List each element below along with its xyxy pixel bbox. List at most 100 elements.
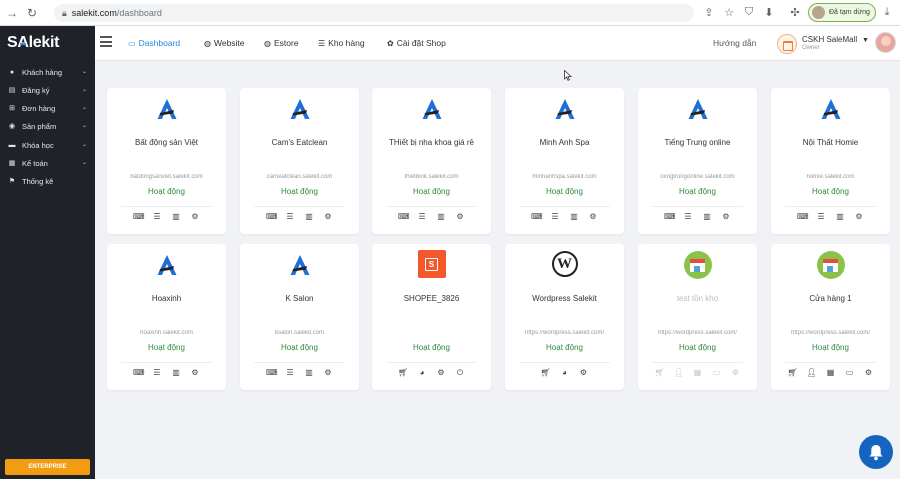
user-icon[interactable]: 👤︎ [807,368,817,378]
sync-icon[interactable]: ◕ [417,368,427,378]
shop-domain[interactable]: thietbink.salekit.com [374,174,489,180]
shop-card[interactable]: K Salon ksalon.salekit.com Hoạt động ⌨ ☰ ▥ ⚙ [240,244,359,390]
columns-icon[interactable]: ▥ [702,212,712,222]
shop-name[interactable]: Bất động sản Việt [111,138,222,147]
enterprise-button[interactable]: ENTERPRISE [5,459,90,475]
gear-icon[interactable]: ⚙ [588,212,598,222]
card-icon[interactable]: ▭ [712,368,722,378]
shield-icon[interactable]: ⛉ [742,5,756,19]
guide-link[interactable]: Hướng dẫn [713,38,756,48]
shop-card[interactable]: Minh Anh Spa minhanhspa.salekit.com Hoạt đ… [505,88,624,234]
columns-icon[interactable]: ▥ [171,212,181,222]
shop-name[interactable]: Nội Thất Homie [775,138,886,147]
download-icon[interactable]: ⤓ [880,5,894,19]
card-icon[interactable]: ▭ [845,368,855,378]
shop-card[interactable]: Nội Thất Homie homie.salekit.com Hoạt động… [771,88,890,234]
shop-domain[interactable]: minhanhspa.salekit.com [507,174,622,180]
nav-website[interactable]: ◍ Website [204,38,245,48]
calendar-icon[interactable]: ▦ [693,368,703,378]
star-icon[interactable]: ☆ [722,5,736,19]
list-icon[interactable]: ☰ [417,212,427,222]
columns-icon[interactable]: ▥ [436,212,446,222]
shop-name[interactable]: test tồn kho [642,294,753,303]
extensions-icon[interactable]: ✣ [788,5,802,19]
keyboard-icon[interactable]: ⌨ [133,368,145,378]
download-box-icon[interactable]: ⬇ [762,5,776,19]
keyboard-icon[interactable]: ⌨ [266,368,278,378]
shop-name[interactable]: Wordpress Salekit [509,294,620,303]
cart-icon[interactable]: 🛒︎ [788,368,798,378]
list-icon[interactable]: ☰ [285,212,295,222]
list-icon[interactable]: ☰ [152,368,162,378]
sync-icon[interactable]: ◕ [560,368,570,378]
shop-domain[interactable]: cameatclean.salekit.com [242,174,357,180]
browser-profile-chip[interactable]: Đã tạm dừng [808,3,876,22]
shop-name[interactable]: Tiếng Trung online [642,138,753,147]
shop-domain[interactable]: https://wordpress.salekit.com/ [773,330,888,336]
shop-card[interactable]: S SHOPEE_3826 Hoạt động 🛒︎ ◕ ⚙ ⏻ [372,244,491,390]
gear-icon[interactable]: ⚙ [323,212,333,222]
shop-domain[interactable]: https://wordpress.salekit.com/ [507,330,622,336]
hamburger-menu-icon[interactable] [100,36,112,47]
cart-icon[interactable]: 🛒︎ [655,368,665,378]
sidebar-item-orders[interactable]: ⊞ Đơn hàng ⌄ [0,98,95,118]
keyboard-icon[interactable]: ⌨ [531,212,543,222]
keyboard-icon[interactable]: ⌨ [266,212,278,222]
list-icon[interactable]: ☰ [152,212,162,222]
reload-icon[interactable]: ↻ [24,5,40,21]
power-icon[interactable]: ⏻ [455,368,465,378]
sidebar-item-customers[interactable]: ● Khách hàng ⌄ [0,62,95,82]
gear-icon[interactable]: ⚙ [579,368,589,378]
shop-card[interactable]: test tồn kho https://wordpress.salekit.co… [638,244,757,390]
cart-icon[interactable]: 🛒︎ [398,368,408,378]
address-bar[interactable]: 🔒︎ salekit.com/dashboard [54,4,694,22]
shop-card[interactable]: Cam's Eatclean cameatclean.salekit.com Hoạ… [240,88,359,234]
list-icon[interactable]: ☰ [285,368,295,378]
keyboard-icon[interactable]: ⌨ [133,212,145,222]
gear-icon[interactable]: ⚙ [455,212,465,222]
caret-down-icon[interactable]: ▼ [862,37,869,44]
sidebar-item-courses[interactable]: ▬ Khóa học ⌄ [0,135,95,155]
shop-name[interactable]: Cửa hàng 1 [775,294,886,303]
sidebar-item-statistics[interactable]: ⚑ Thống kê [0,171,95,191]
avatar[interactable] [875,32,896,53]
user-name[interactable]: CSKH SaleMall [802,35,857,44]
nav-warehouse[interactable]: ☰ Kho hàng [318,38,365,48]
shop-card[interactable]: Cửa hàng 1 https://wordpress.salekit.com/… [771,244,890,390]
columns-icon[interactable]: ▥ [304,368,314,378]
gear-icon[interactable]: ⚙ [864,368,874,378]
shop-name[interactable]: SHOPEE_3826 [376,294,487,303]
shop-name[interactable]: Hoaxinh [111,294,222,303]
shop-name[interactable]: Cam's Eatclean [244,138,355,147]
forward-icon[interactable]: → [4,5,20,21]
gear-icon[interactable]: ⚙ [854,212,864,222]
calendar-icon[interactable]: ▦ [826,368,836,378]
list-icon[interactable]: ☰ [550,212,560,222]
shop-domain[interactable]: homie.salekit.com [773,174,888,180]
shop-domain[interactable]: oxngtrungonline.salekit.com [640,174,755,180]
nav-estore[interactable]: ◍ Estore [264,38,299,48]
nav-shop-settings[interactable]: ✿ Cài đặt Shop [387,38,446,48]
gear-icon[interactable]: ⚙ [190,368,200,378]
salekit-logo[interactable]: SAlekit [7,34,59,52]
nav-dashboard[interactable]: ▭ Dashboard [128,38,180,48]
gear-icon[interactable]: ⚙ [721,212,731,222]
columns-icon[interactable]: ▥ [171,368,181,378]
share-icon[interactable]: ⇪ [702,5,716,19]
shop-card[interactable]: Bất động sản Việt batdongsanviet.salekit.… [107,88,226,234]
columns-icon[interactable]: ▥ [304,212,314,222]
cart-icon[interactable]: 🛒︎ [541,368,551,378]
shop-domain[interactable]: batdongsanviet.salekit.com [109,174,224,180]
shop-domain[interactable]: https://wordpress.salekit.com/ [640,330,755,336]
shop-card[interactable]: W Wordpress Salekit https://wordpress.sale… [505,244,624,390]
shop-domain[interactable]: ksalon.salekit.com [242,330,357,336]
gear-icon[interactable]: ⚙ [323,368,333,378]
notification-button[interactable] [859,435,893,469]
gear-icon[interactable]: ⚙ [190,212,200,222]
gear-icon[interactable]: ⚙ [436,368,446,378]
sidebar-item-accounting[interactable]: ▦ Kế toán ⌄ [0,153,95,173]
sidebar-item-products[interactable]: ◉ Sản phẩm ⌄ [0,116,95,136]
keyboard-icon[interactable]: ⌨ [664,212,676,222]
keyboard-icon[interactable]: ⌨ [398,212,410,222]
sidebar-item-subscriptions[interactable]: ▤ Đăng ký ⌄ [0,80,95,100]
